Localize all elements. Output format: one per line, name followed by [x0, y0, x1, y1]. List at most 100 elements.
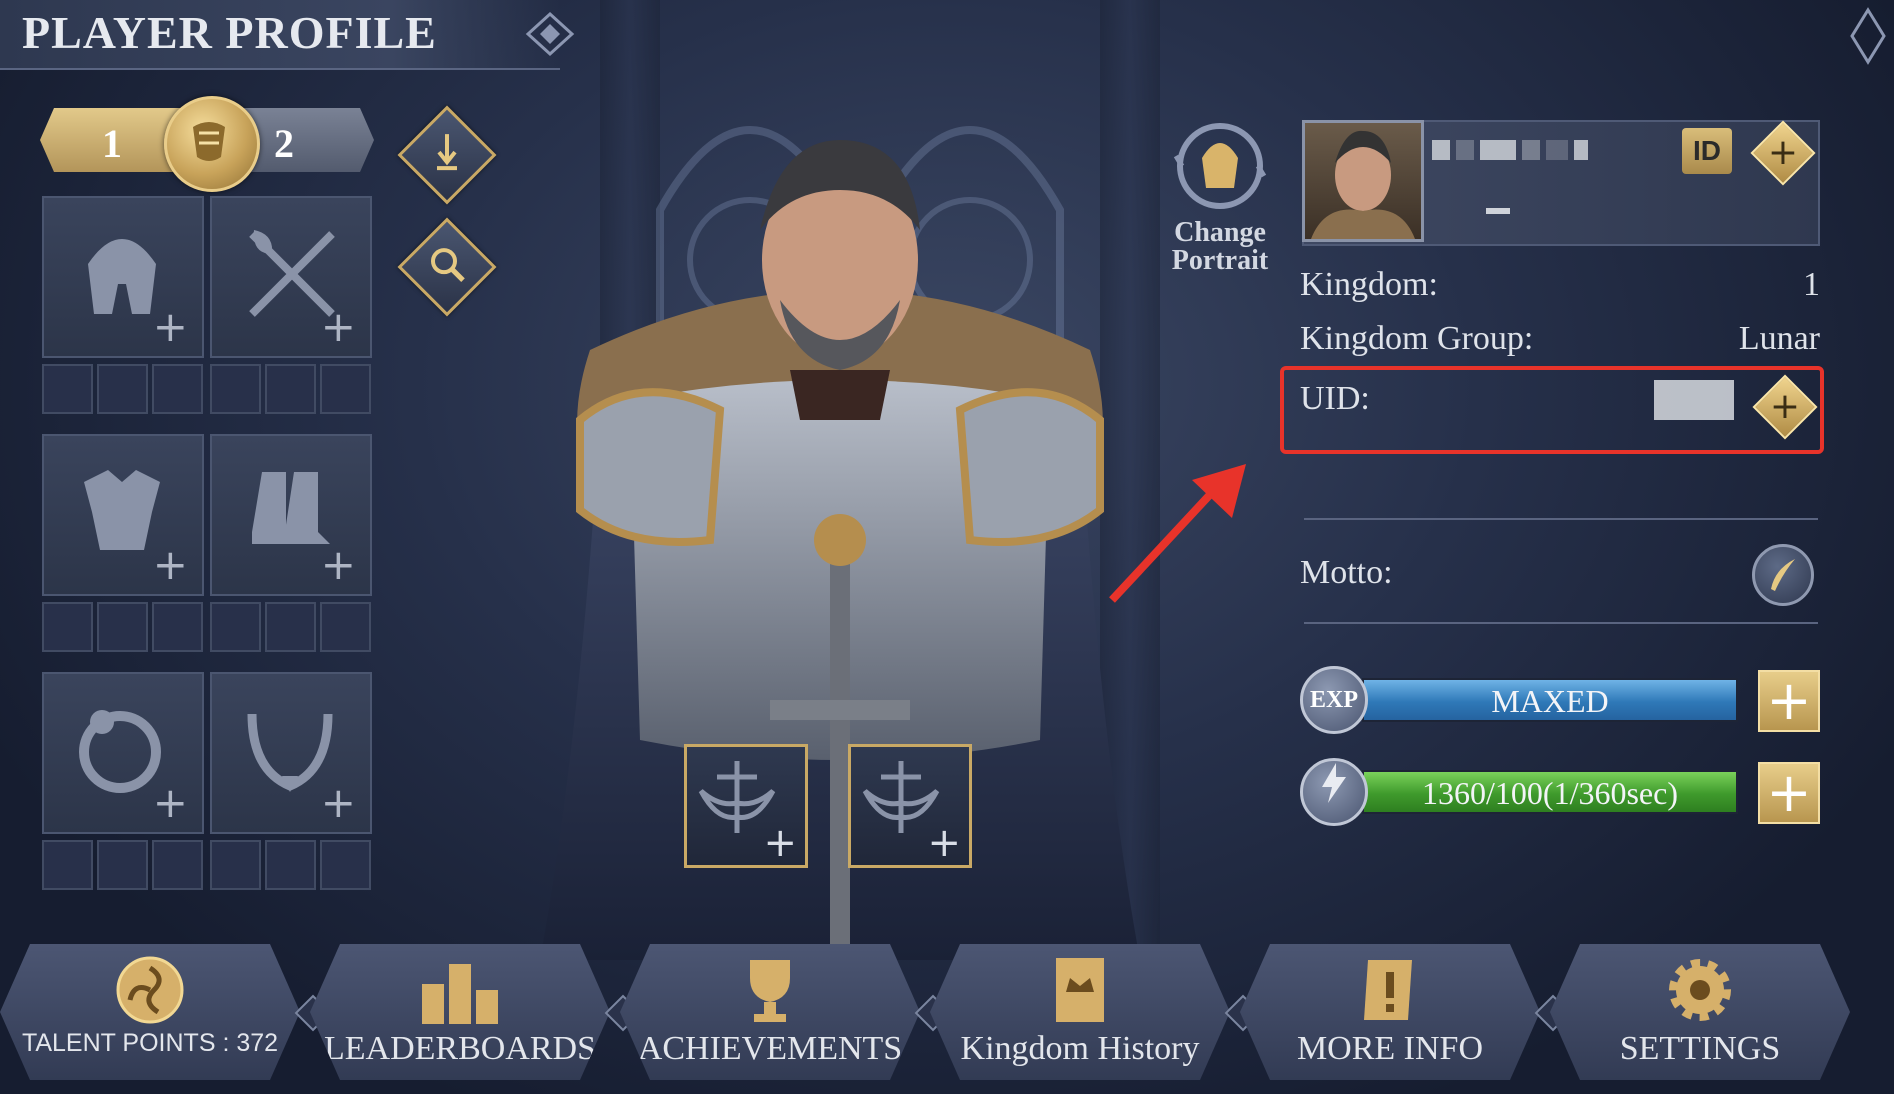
add-icon: +: [320, 778, 356, 827]
sword-download-icon: [437, 134, 457, 171]
gem-socket[interactable]: [320, 364, 371, 414]
gem-socket[interactable]: [152, 364, 203, 414]
player-name-redacted: [1432, 140, 1672, 162]
gem-socket[interactable]: [210, 364, 261, 414]
necklace-slot[interactable]: +: [210, 672, 372, 834]
plus-icon: +: [1767, 132, 1799, 173]
title-ornament-icon: [525, 11, 575, 57]
gem-socket[interactable]: [265, 602, 316, 652]
add-icon: +: [763, 820, 797, 866]
more-info-label: MORE INFO: [1296, 1030, 1484, 1067]
kingdom-history-button[interactable]: Kingdom History: [930, 944, 1230, 1080]
settings-label: SETTINGS: [1619, 1030, 1781, 1067]
kingdom-value: 1: [1803, 266, 1820, 303]
edit-motto-button[interactable]: [1752, 544, 1814, 606]
add-icon: +: [320, 302, 356, 351]
exp-bar: MAXED EXP +: [1300, 666, 1820, 736]
quill-icon: [1771, 559, 1795, 591]
add-icon: +: [927, 820, 961, 866]
gem-socket[interactable]: [320, 840, 371, 890]
more-info-button[interactable]: MORE INFO: [1240, 944, 1540, 1080]
gem-socket[interactable]: [42, 602, 93, 652]
kingdom-label: Kingdom:: [1300, 266, 1438, 303]
rune-slot-right[interactable]: +: [848, 744, 972, 868]
uid-highlight-box: [1280, 366, 1824, 454]
settings-button[interactable]: SETTINGS: [1550, 944, 1850, 1080]
armor-slot[interactable]: +: [42, 434, 204, 596]
armor-medal-icon: [164, 96, 260, 192]
gem-socket[interactable]: [265, 364, 316, 414]
talent-points-button[interactable]: TALENT POINTS : 372: [0, 944, 300, 1080]
add-icon: +: [152, 302, 188, 351]
rune-slot-left[interactable]: +: [684, 744, 808, 868]
ring-slot[interactable]: +: [42, 672, 204, 834]
change-portrait-button[interactable]: Change Portrait: [1160, 118, 1280, 275]
hero-character-portrait: [540, 140, 1140, 960]
stamina-progress: 1360/100(1/360sec): [1362, 770, 1738, 814]
magnifier-icon: [431, 248, 465, 282]
exp-badge-icon: EXP: [1300, 666, 1368, 734]
lightning-icon: [1300, 758, 1368, 826]
achievements-button[interactable]: ACHIEVEMENTS: [620, 944, 920, 1080]
red-arrow-annotation: [1109, 464, 1246, 603]
talent-points-label: TALENT POINTS : 372: [21, 1029, 279, 1057]
motto-label: Motto:: [1300, 554, 1393, 591]
equip-all-button[interactable]: [397, 105, 497, 205]
ring-gem-row: [42, 840, 203, 890]
inspect-button[interactable]: [397, 217, 497, 317]
boots-gem-row: [210, 602, 371, 652]
exp-progress: MAXED: [1362, 678, 1738, 722]
necklace-gem-row: [210, 840, 371, 890]
add-stamina-button[interactable]: +: [1758, 762, 1820, 824]
corner-ornament-icon: [1850, 7, 1886, 65]
add-icon: +: [320, 540, 356, 589]
bottom-navigation: TALENT POINTS : 372 LEADERBOARDS ACHIEVE…: [0, 944, 1894, 1094]
gem-socket[interactable]: [210, 840, 261, 890]
gem-socket[interactable]: [97, 840, 148, 890]
leaderboards-button[interactable]: LEADERBOARDS: [310, 944, 610, 1080]
kingdom-history-label: Kingdom History: [960, 1030, 1200, 1067]
alliance-tag-redacted: [1486, 208, 1510, 214]
change-portrait-line1: Change: [1174, 217, 1266, 248]
avatar[interactable]: [1302, 120, 1424, 242]
motto-row: Motto:: [1300, 554, 1820, 592]
divider: [1304, 622, 1818, 624]
weapon-gem-row: [210, 364, 371, 414]
gem-socket[interactable]: [42, 840, 93, 890]
crown-book-icon: [1050, 954, 1110, 1026]
kingdom-group-label: Kingdom Group:: [1300, 320, 1534, 357]
id-card-button[interactable]: ID: [1682, 128, 1732, 174]
divider: [1304, 518, 1818, 520]
equipment-preset-switch[interactable]: 1 2: [40, 96, 374, 192]
helmet-slot[interactable]: +: [42, 196, 204, 358]
gem-socket[interactable]: [210, 602, 261, 652]
title-bar: PLAYER PROFILE: [0, 0, 575, 70]
preset-2-label: 2: [274, 121, 294, 166]
add-icon: +: [152, 540, 188, 589]
gem-socket[interactable]: [152, 602, 203, 652]
gem-socket[interactable]: [152, 840, 203, 890]
page-title: PLAYER PROFILE: [22, 7, 437, 58]
kingdom-group-value: Lunar: [1738, 320, 1820, 357]
scroll-exclamation-icon: [1358, 954, 1422, 1026]
podium-icon: [418, 954, 502, 1026]
armor-gem-row: [42, 602, 203, 652]
trophy-icon: [734, 954, 806, 1026]
gem-socket[interactable]: [97, 602, 148, 652]
boots-slot[interactable]: +: [210, 434, 372, 596]
change-portrait-line2: Portrait: [1171, 245, 1269, 276]
helmet-swap-icon: [1173, 123, 1267, 209]
achievements-label: ACHIEVEMENTS: [637, 1030, 903, 1067]
gem-socket[interactable]: [42, 364, 93, 414]
kingdom-group-row: Kingdom Group: Lunar: [1300, 320, 1820, 358]
gem-socket[interactable]: [265, 840, 316, 890]
gem-socket[interactable]: [97, 364, 148, 414]
weapon-slot[interactable]: +: [210, 196, 372, 358]
stamina-bar: 1360/100(1/360sec) +: [1300, 758, 1820, 828]
leaderboards-label: LEADERBOARDS: [323, 1030, 597, 1067]
add-exp-button[interactable]: +: [1758, 670, 1820, 732]
gear-icon: [1664, 954, 1736, 1026]
preset-1-label: 1: [102, 121, 122, 166]
gem-socket[interactable]: [320, 602, 371, 652]
kingdom-row: Kingdom: 1: [1300, 266, 1820, 304]
